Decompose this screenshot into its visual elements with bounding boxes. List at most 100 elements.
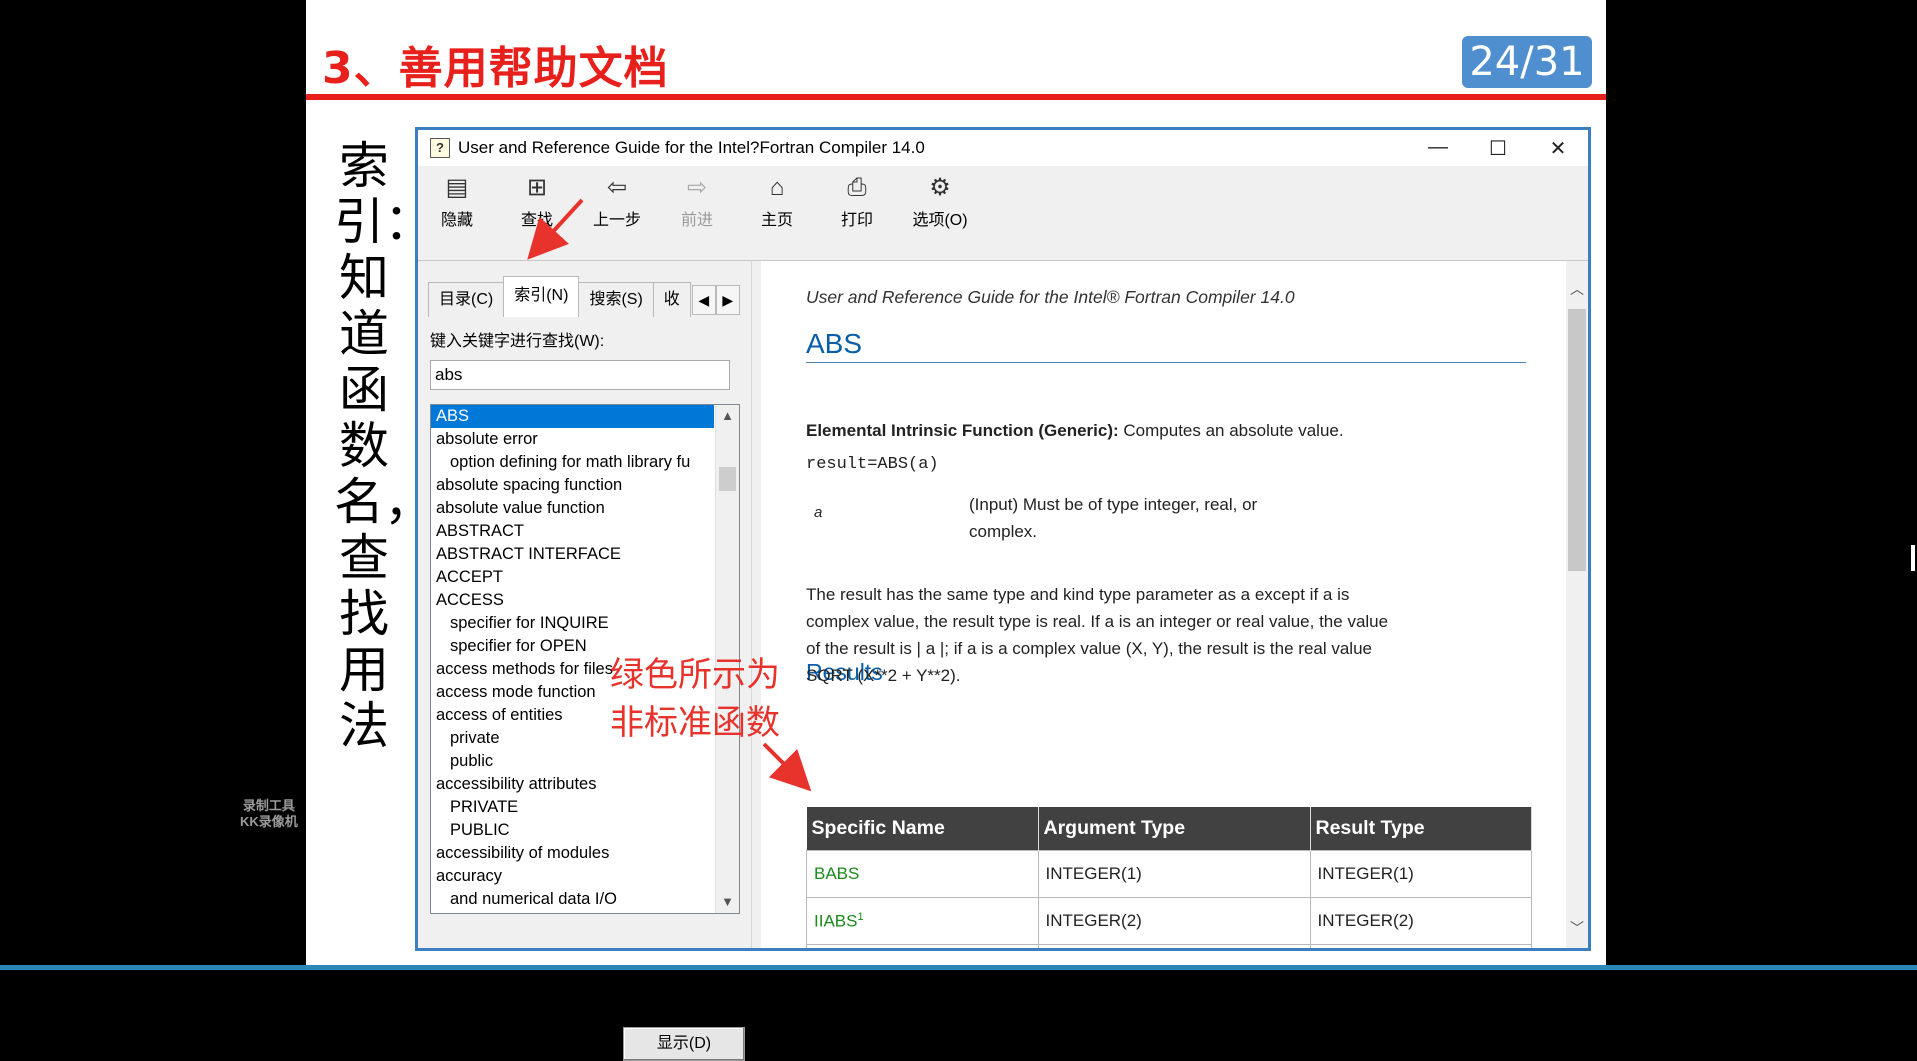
results-paragraph: The result has the same type and kind ty… [806,581,1388,689]
footnote-mark[interactable]: 1 [857,911,863,923]
index-list-item[interactable]: ABSTRACT INTERFACE [431,543,714,566]
tab-favorites[interactable]: 收 [652,282,691,317]
help-book-icon: ? [430,138,450,158]
tab-contents[interactable]: 目录(C) [428,282,505,317]
help-window: ? User and Reference Guide for the Intel… [415,127,1591,1061]
index-list-item[interactable]: accuracy [431,865,714,888]
edge-cursor-mark [1911,545,1915,571]
specific-name-cell[interactable]: IIABS1 [806,897,1039,945]
index-list-item[interactable]: absolute value function [431,497,714,520]
results-line-2: complex value, the result type is real. … [806,612,1389,631]
window-controls: — ☐ ✕ [1408,136,1588,161]
argument-type-cell: INTEGER(1) [1037,850,1311,898]
home-icon: ⌂ [769,174,785,201]
argument-desc-line-1: (Input) Must be of type integer, real, o… [969,495,1258,514]
minimize-button[interactable]: — [1408,136,1468,161]
index-list-item[interactable]: and numerical data I/O [431,888,728,911]
results-line-4: SQRT (X**2 + Y**2). [806,666,961,685]
forward-arrow-icon: ⇨ [686,174,708,201]
index-list-item[interactable]: PUBLIC [431,819,728,842]
topic-content: User and Reference Guide for the Intel® … [761,261,1588,948]
argument-type-cell: INTEGER(4) [1037,944,1311,948]
tab-scroll-arrows: ◀ ▶ [691,285,740,315]
specific-name-cell[interactable]: IABS 2 [806,944,1039,948]
scroll-down-icon[interactable]: ▼ [716,891,739,913]
content-scroll-thumb[interactable] [1568,309,1586,571]
index-list-item[interactable]: ACCEPT [431,566,714,589]
find-button[interactable]: ⊞ 查找 [502,174,572,230]
back-button[interactable]: ⇦ 上一步 [582,174,652,230]
navigation-pane: 目录(C) 索引(N) 搜索(S) 收 ◀ ▶ 键入关键字进行查找(W): AB… [418,261,752,1061]
topic-description: Elemental Intrinsic Function (Generic): … [806,417,1344,444]
argument-desc-line-2: complex. [969,522,1038,541]
forward-button[interactable]: ⇨ 前进 [662,174,732,230]
tab-scroll-left-icon[interactable]: ◀ [691,285,716,315]
specific-name-text[interactable]: BABS [814,864,859,883]
result-type-cell: INTEGER(2) [1309,897,1532,945]
index-list-item[interactable]: absolute error [431,428,714,451]
index-list-item[interactable]: ABSTRACT [431,520,714,543]
topic-heading: ABS [806,328,1526,363]
display-button[interactable]: 显示(D) [623,1027,745,1061]
column-header-result-type: Result Type [1310,807,1532,851]
index-list-item[interactable]: option defining for math library fu [431,451,728,474]
find-label: 查找 [520,212,553,229]
column-header-specific-name: Specific Name [806,807,1039,851]
result-type-cell: INTEGER(1) [1309,850,1532,898]
close-button[interactable]: ✕ [1528,136,1588,161]
argument-name: a [814,504,823,521]
specific-name-text[interactable]: IIABS [814,911,857,930]
nav-tabs: 目录(C) 索引(N) 搜索(S) 收 ◀ ▶ [428,276,740,317]
watermark-line-2: KK录像机 [240,814,298,829]
index-list-item[interactable]: PRIVATE [431,796,728,819]
index-list-item[interactable]: absolute spacing function [431,474,714,497]
hide-button[interactable]: ▤ 隐藏 [422,174,492,230]
specific-names-table: Specific Name Argument Type Result Type … [806,807,1532,948]
content-scroll-up-icon[interactable]: ︿ [1566,279,1588,299]
table-body: BABS INTEGER(1) INTEGER(1) IIABS1 INTEGER(2)… [806,850,1532,948]
results-line-1: The result has the same type and kind ty… [806,585,1350,604]
index-list-item[interactable]: ACCESS [431,589,714,612]
slide-title: 3、善用帮助文档 [322,43,669,94]
side-vertical-text: 索引：知道函数名，查找用法 [334,137,434,755]
find-icon: ⊞ [526,174,548,201]
forward-label: 前进 [680,212,713,229]
scroll-thumb[interactable] [719,467,736,491]
tab-search[interactable]: 搜索(S) [578,282,654,317]
index-list-item[interactable]: public [431,750,728,773]
tab-index[interactable]: 索引(N) [503,276,580,317]
annotation-line-2: 非标准函数 [610,703,780,743]
specific-name-cell[interactable]: BABS [806,850,1039,898]
maximize-button[interactable]: ☐ [1468,136,1528,161]
index-list-item[interactable]: ABS [431,405,714,428]
page-number-badge: 24/31 [1462,36,1592,88]
index-list-item[interactable]: accessibility attributes [431,773,714,796]
table-row: BABS INTEGER(1) INTEGER(1) [806,850,1532,898]
window-title: User and Reference Guide for the Intel?F… [458,138,925,157]
topic-header: User and Reference Guide for the Intel® … [806,287,1295,307]
description-bold: Elemental Intrinsic Function (Generic): [806,421,1119,440]
index-list-item[interactable]: accessibility of modules [431,842,714,865]
printer-icon: ⎙ [847,174,867,201]
print-label: 打印 [840,212,873,229]
home-button[interactable]: ⌂ 主页 [742,174,812,230]
options-button[interactable]: ⚙ 选项(O) [902,174,978,230]
table-row: IIABS1 INTEGER(2) INTEGER(2) [806,897,1532,945]
window-titlebar[interactable]: ? User and Reference Guide for the Intel… [418,130,1588,166]
keyword-input[interactable] [430,360,730,390]
print-button[interactable]: ⎙ 打印 [822,174,892,230]
tab-scroll-right-icon[interactable]: ▶ [715,285,740,315]
argument-description: (Input) Must be of type integer, real, o… [969,491,1257,545]
index-list-item[interactable]: specifier for INQUIRE [431,612,728,635]
content-scrollbar[interactable]: ︿ ﹀ [1566,261,1588,948]
back-label: 上一步 [592,212,641,229]
help-toolbar: ▤ 隐藏 ⊞ 查找 ⇦ 上一步 ⇨ 前进 ⌂ 主页 ⎙ 打印 ⚙ 选项(O) [418,166,1588,261]
annotation-line-1: 绿色所示为 [610,655,780,695]
results-line-3: of the result is | a |; if a is a comple… [806,639,1372,658]
syntax-line: result=ABS(a) [806,455,939,474]
scroll-up-icon[interactable]: ▲ [716,405,739,427]
description-rest: Computes an absolute value. [1118,421,1344,440]
content-scroll-down-icon[interactable]: ﹀ [1566,918,1588,938]
home-label: 主页 [760,212,793,229]
watermark-line-1: 录制工具 [242,798,295,813]
